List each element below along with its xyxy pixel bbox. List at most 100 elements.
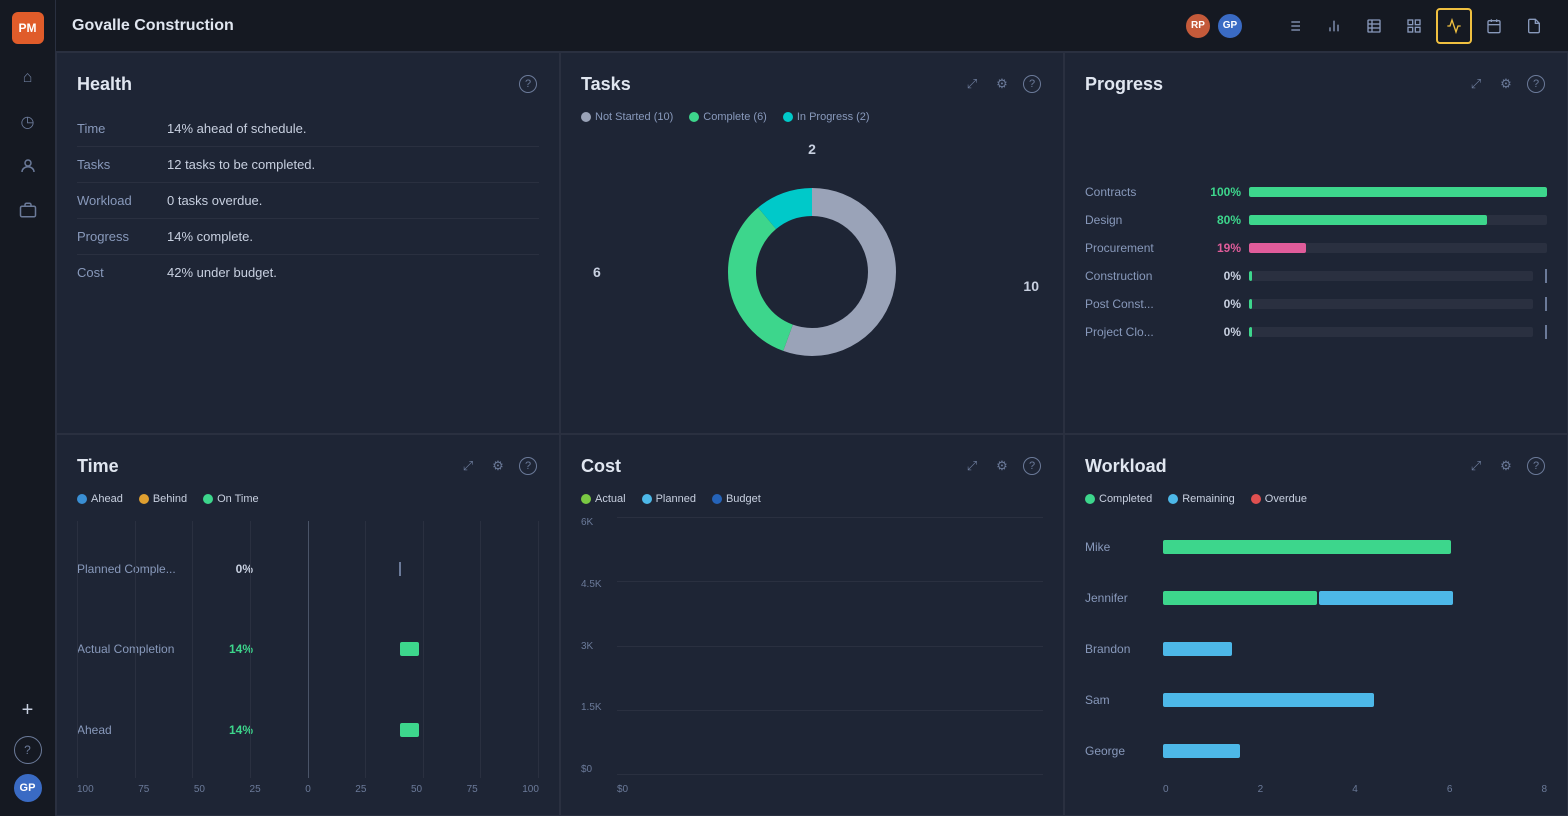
- time-settings-icon[interactable]: ⚙: [487, 455, 509, 477]
- avatar-rp[interactable]: RP: [1184, 12, 1212, 40]
- time-expand-icon[interactable]: ⤢: [457, 455, 479, 477]
- health-panel: Health ? Time 14% ahead of schedule. Tas…: [56, 52, 560, 434]
- cost-bars: [617, 517, 1043, 775]
- progress-bar-post-const: [1249, 299, 1533, 309]
- cost-help-icon[interactable]: ?: [1021, 455, 1043, 477]
- health-value-time: 14% ahead of schedule.: [167, 111, 539, 147]
- topbar-avatars: RP GP: [1184, 12, 1244, 40]
- tool-calendar[interactable]: [1476, 8, 1512, 44]
- tasks-expand-icon[interactable]: ⤢: [961, 73, 983, 95]
- progress-bar-project-clo: [1249, 327, 1533, 337]
- tasks-settings-icon[interactable]: ⚙: [991, 73, 1013, 95]
- health-value-tasks: 12 tasks to be completed.: [167, 147, 539, 183]
- wl-legend-remaining: Remaining: [1168, 493, 1235, 505]
- workload-actions: ⤢ ⚙ ?: [1465, 455, 1547, 477]
- time-label-ahead: Ahead: [77, 723, 207, 737]
- progress-row-project-clo: Project Clo... 0%: [1085, 325, 1547, 339]
- health-row-tasks: Tasks 12 tasks to be completed.: [77, 147, 539, 183]
- cost-title: Cost: [581, 456, 961, 477]
- time-bar-ahead: [261, 723, 539, 737]
- legend-in-progress: In Progress (2): [783, 111, 870, 123]
- time-panel: Time ⤢ ⚙ ? Ahead Behind: [56, 434, 560, 816]
- wl-label-jennifer: Jennifer: [1085, 591, 1155, 605]
- wl-bar-jennifer-remaining: [1319, 591, 1453, 605]
- progress-tick-post-const: [1545, 297, 1547, 311]
- progress-row-contracts: Contracts 100%: [1085, 185, 1547, 199]
- cost-legend: Actual Planned Budget: [581, 493, 1043, 505]
- health-help-icon[interactable]: ?: [517, 73, 539, 95]
- tasks-help-icon[interactable]: ?: [1021, 73, 1043, 95]
- progress-row-construction: Construction 0%: [1085, 269, 1547, 283]
- wl-bar-sam-remaining: [1163, 693, 1374, 707]
- health-label-time: Time: [77, 111, 167, 147]
- progress-actions: ⤢ ⚙ ?: [1465, 73, 1547, 95]
- sidebar-item-home[interactable]: ⌂: [10, 60, 46, 96]
- cost-y-labels: $0 1.5K 3K 4.5K 6K: [581, 517, 615, 775]
- wl-row-george: George: [1085, 744, 1547, 758]
- wl-row-brandon: Brandon: [1085, 642, 1547, 656]
- cost-settings-icon[interactable]: ⚙: [991, 455, 1013, 477]
- avatar-gp[interactable]: GP: [1216, 12, 1244, 40]
- tasks-title: Tasks: [581, 74, 961, 95]
- sidebar-item-users[interactable]: [10, 148, 46, 184]
- wl-label-george: George: [1085, 744, 1155, 758]
- tool-chart[interactable]: [1316, 8, 1352, 44]
- time-chart-area: Planned Comple... 0% Actual Completion 1…: [77, 521, 539, 795]
- tool-table[interactable]: [1356, 8, 1392, 44]
- progress-pct-construction: 0%: [1203, 269, 1241, 283]
- sidebar: PM ⌂ ◷ + ? GP: [0, 0, 56, 816]
- health-actions: ?: [517, 73, 539, 95]
- progress-settings-icon[interactable]: ⚙: [1495, 73, 1517, 95]
- tool-grid[interactable]: [1396, 8, 1432, 44]
- wl-legend-overdue: Overdue: [1251, 493, 1307, 505]
- cost-header: Cost ⤢ ⚙ ?: [581, 455, 1043, 477]
- time-bar-planned: [261, 562, 539, 576]
- progress-bar-contracts: [1249, 187, 1547, 197]
- progress-help-icon[interactable]: ?: [1525, 73, 1547, 95]
- progress-pct-design: 80%: [1203, 213, 1241, 227]
- topbar: Govalle Construction RP GP: [56, 0, 1568, 52]
- time-help-icon[interactable]: ?: [517, 455, 539, 477]
- progress-label-procurement: Procurement: [1085, 241, 1195, 255]
- health-value-progress: 14% complete.: [167, 219, 539, 255]
- user-avatar[interactable]: GP: [12, 772, 44, 804]
- progress-pct-post-const: 0%: [1203, 297, 1241, 311]
- progress-expand-icon[interactable]: ⤢: [1465, 73, 1487, 95]
- tool-doc[interactable]: [1516, 8, 1552, 44]
- workload-header: Workload ⤢ ⚙ ?: [1085, 455, 1547, 477]
- workload-settings-icon[interactable]: ⚙: [1495, 455, 1517, 477]
- progress-pct-project-clo: 0%: [1203, 325, 1241, 339]
- time-pct-actual: 14%: [215, 642, 253, 656]
- tool-list[interactable]: [1276, 8, 1312, 44]
- workload-help-icon[interactable]: ?: [1525, 455, 1547, 477]
- time-bar-actual-fill: [400, 642, 419, 656]
- wl-bar-george: [1163, 744, 1547, 758]
- time-label-planned: Planned Comple...: [77, 562, 207, 576]
- tasks-donut-container: 2 6 10: [581, 131, 1043, 413]
- wl-bar-jennifer: [1163, 591, 1547, 605]
- cost-expand-icon[interactable]: ⤢: [961, 455, 983, 477]
- sidebar-item-add[interactable]: +: [10, 692, 46, 728]
- workload-title: Workload: [1085, 456, 1465, 477]
- tool-wave[interactable]: [1436, 8, 1472, 44]
- cost-panel: Cost ⤢ ⚙ ? Actual Planned: [560, 434, 1064, 816]
- cost-x-label: $0: [617, 784, 628, 795]
- tasks-donut-chart: [712, 172, 912, 372]
- progress-label-project-clo: Project Clo...: [1085, 325, 1195, 339]
- sidebar-item-help[interactable]: ?: [14, 736, 42, 764]
- time-title: Time: [77, 456, 457, 477]
- app-logo[interactable]: PM: [12, 12, 44, 44]
- sidebar-item-portfolio[interactable]: [10, 192, 46, 228]
- workload-expand-icon[interactable]: ⤢: [1465, 455, 1487, 477]
- health-table: Time 14% ahead of schedule. Tasks 12 tas…: [77, 111, 539, 290]
- health-header: Health ?: [77, 73, 539, 95]
- tasks-panel: Tasks ⤢ ⚙ ? Not Started (10) Complete (6…: [560, 52, 1064, 434]
- sidebar-item-history[interactable]: ◷: [10, 104, 46, 140]
- health-label-workload: Workload: [77, 183, 167, 219]
- cost-legend-actual: Actual: [581, 493, 626, 505]
- donut-label-top: 2: [808, 141, 816, 157]
- wl-bar-mike-completed: [1163, 540, 1451, 554]
- wl-row-jennifer: Jennifer: [1085, 591, 1547, 605]
- dashboard: Health ? Time 14% ahead of schedule. Tas…: [56, 52, 1568, 816]
- tasks-actions: ⤢ ⚙ ?: [961, 73, 1043, 95]
